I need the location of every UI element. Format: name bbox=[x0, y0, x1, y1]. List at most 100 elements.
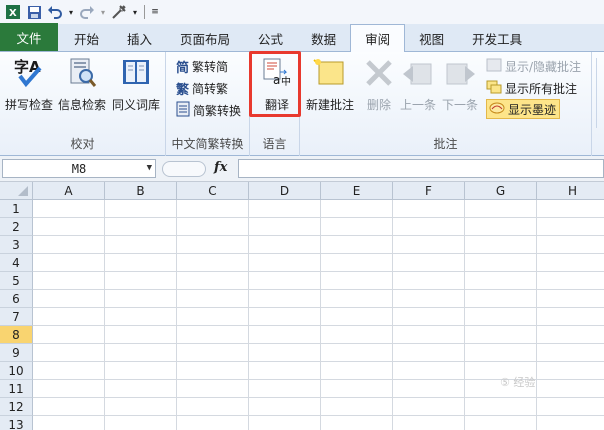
chinese-convert-label: 简繁转换 bbox=[193, 103, 242, 118]
tab-page-layout[interactable]: 页面布局 bbox=[166, 25, 244, 51]
formula-bar-divider[interactable] bbox=[162, 161, 206, 177]
row-header-12[interactable]: 12 bbox=[0, 398, 33, 416]
qat-separator bbox=[144, 5, 145, 19]
save-icon[interactable] bbox=[25, 3, 43, 21]
tab-formulas[interactable]: 公式 bbox=[244, 25, 297, 51]
name-box[interactable]: M8 ▼ bbox=[2, 159, 156, 178]
show-hide-comment-label: 显示/隐藏批注 bbox=[505, 59, 582, 74]
row-header-13[interactable]: 13 bbox=[0, 416, 33, 430]
thesaurus-icon bbox=[119, 56, 153, 90]
to-simplified-button[interactable]: 简 繁转简 bbox=[176, 56, 228, 76]
next-arrow-icon bbox=[443, 56, 477, 90]
select-all-corner[interactable] bbox=[0, 182, 33, 200]
chinese-convert-button[interactable]: 简繁转换 bbox=[176, 100, 241, 120]
tab-developer[interactable]: 开发工具 bbox=[458, 25, 536, 51]
column-header-c[interactable]: C bbox=[177, 182, 249, 200]
to-simplified-label: 繁转简 bbox=[192, 59, 229, 74]
convert-icon bbox=[176, 101, 190, 120]
next-comment-label: 下一条 bbox=[442, 98, 479, 112]
row-header-10[interactable]: 10 bbox=[0, 362, 33, 380]
row-header-8[interactable]: 8 bbox=[0, 326, 33, 344]
tab-review[interactable]: 审阅 bbox=[350, 24, 406, 52]
previous-comment-label: 上一条 bbox=[400, 98, 437, 112]
tab-insert[interactable]: 插入 bbox=[113, 25, 166, 51]
thesaurus-button[interactable]: 同义词库 bbox=[112, 56, 160, 113]
ribbon-tabs: 文件 开始 插入 页面布局 公式 数据 审阅 视图 开发工具 bbox=[0, 23, 604, 52]
translate-highlight-box bbox=[249, 51, 301, 117]
tab-file[interactable]: 文件 bbox=[0, 23, 58, 51]
traditional-glyph-icon: 繁 bbox=[176, 82, 190, 98]
cell-area[interactable] bbox=[33, 200, 604, 430]
delete-comment-button[interactable]: 删除 bbox=[362, 56, 396, 113]
insert-function-icon[interactable]: fx bbox=[214, 160, 227, 175]
show-hide-comment-button[interactable]: 显示/隐藏批注 bbox=[486, 56, 581, 76]
tab-data[interactable]: 数据 bbox=[297, 25, 350, 51]
previous-comment-button[interactable]: 上一条 bbox=[400, 56, 436, 113]
group-comments-label: 批注 bbox=[433, 137, 458, 151]
row-header-4[interactable]: 4 bbox=[0, 254, 33, 272]
column-header-d[interactable]: D bbox=[249, 182, 321, 200]
undo-dropdown-icon[interactable]: ▾ bbox=[67, 3, 75, 21]
next-comment-button[interactable]: 下一条 bbox=[442, 56, 478, 113]
research-label: 信息检索 bbox=[58, 98, 107, 112]
to-traditional-label: 简转繁 bbox=[192, 81, 229, 96]
tab-view[interactable]: 视图 bbox=[405, 25, 458, 51]
show-all-comments-button[interactable]: 显示所有批注 bbox=[486, 78, 577, 98]
row-header-2[interactable]: 2 bbox=[0, 218, 33, 236]
group-proofing: 字A 拼写检查 信息检索 同义词库 校对 bbox=[0, 52, 166, 156]
formula-input[interactable] bbox=[238, 159, 604, 178]
row-header-1[interactable]: 1 bbox=[0, 200, 33, 218]
name-box-dropdown-icon[interactable]: ▼ bbox=[147, 163, 152, 173]
show-ink-label: 显示墨迹 bbox=[508, 102, 557, 117]
row-header-5[interactable]: 5 bbox=[0, 272, 33, 290]
row-header-9[interactable]: 9 bbox=[0, 344, 33, 362]
previous-arrow-icon bbox=[401, 56, 435, 90]
row-header-3[interactable]: 3 bbox=[0, 236, 33, 254]
column-header-e[interactable]: E bbox=[321, 182, 393, 200]
formula-bar: M8 ▼ fx bbox=[0, 156, 604, 182]
row-header-6[interactable]: 6 bbox=[0, 290, 33, 308]
new-comment-button[interactable]: 新建批注 bbox=[306, 56, 354, 113]
row-header-7[interactable]: 7 bbox=[0, 308, 33, 326]
tools-icon[interactable] bbox=[110, 3, 128, 21]
delete-comment-label: 删除 bbox=[366, 98, 391, 112]
research-icon bbox=[65, 56, 99, 90]
excel-logo-icon[interactable]: X bbox=[4, 3, 22, 21]
tab-home[interactable]: 开始 bbox=[60, 25, 113, 51]
spell-check-icon: 字A bbox=[12, 56, 46, 90]
new-comment-label: 新建批注 bbox=[306, 98, 355, 112]
undo-icon[interactable] bbox=[46, 3, 64, 21]
show-ink-button[interactable]: 显示墨迹 bbox=[486, 99, 561, 119]
name-box-value: M8 bbox=[71, 161, 87, 176]
ribbon-overflow-edge bbox=[596, 58, 604, 128]
group-chinese-conversion-label: 中文简繁转换 bbox=[171, 137, 244, 151]
delete-comment-icon bbox=[362, 56, 396, 90]
column-header-f[interactable]: F bbox=[393, 182, 465, 200]
svg-text:X: X bbox=[9, 8, 17, 19]
customize-icon[interactable]: ≡ bbox=[150, 3, 160, 21]
show-all-comments-icon bbox=[486, 80, 502, 97]
redo-dropdown-icon[interactable]: ▾ bbox=[99, 3, 107, 21]
redo-icon[interactable] bbox=[78, 3, 96, 21]
thesaurus-label: 同义词库 bbox=[112, 98, 161, 112]
simplified-glyph-icon: 简 bbox=[176, 60, 190, 76]
new-comment-icon bbox=[313, 56, 347, 90]
research-button[interactable]: 信息检索 bbox=[58, 56, 106, 113]
ribbon-panel: 字A 拼写检查 信息检索 同义词库 校对 简 繁转简 繁 简转繁 简繁转换 中文… bbox=[0, 52, 604, 156]
tools-dropdown-icon[interactable]: ▾ bbox=[131, 3, 139, 21]
column-header-g[interactable]: G bbox=[465, 182, 537, 200]
to-traditional-button[interactable]: 繁 简转繁 bbox=[176, 78, 228, 98]
quick-access-toolbar: X ▾ ▾ ▾ ≡ bbox=[0, 0, 604, 24]
column-header-h[interactable]: H bbox=[537, 182, 604, 200]
spell-check-label: 拼写检查 bbox=[5, 98, 54, 112]
group-language-label: 语言 bbox=[262, 137, 287, 151]
column-header-a[interactable]: A bbox=[33, 182, 105, 200]
group-proofing-label: 校对 bbox=[70, 137, 95, 151]
row-header-11[interactable]: 11 bbox=[0, 380, 33, 398]
show-all-comments-label: 显示所有批注 bbox=[505, 81, 578, 96]
ink-icon bbox=[489, 101, 505, 118]
column-header-b[interactable]: B bbox=[105, 182, 177, 200]
show-hide-comment-icon bbox=[486, 58, 502, 75]
spell-check-button[interactable]: 字A 拼写检查 bbox=[5, 56, 53, 113]
watermark: ⑤ 经验 bbox=[500, 376, 536, 389]
